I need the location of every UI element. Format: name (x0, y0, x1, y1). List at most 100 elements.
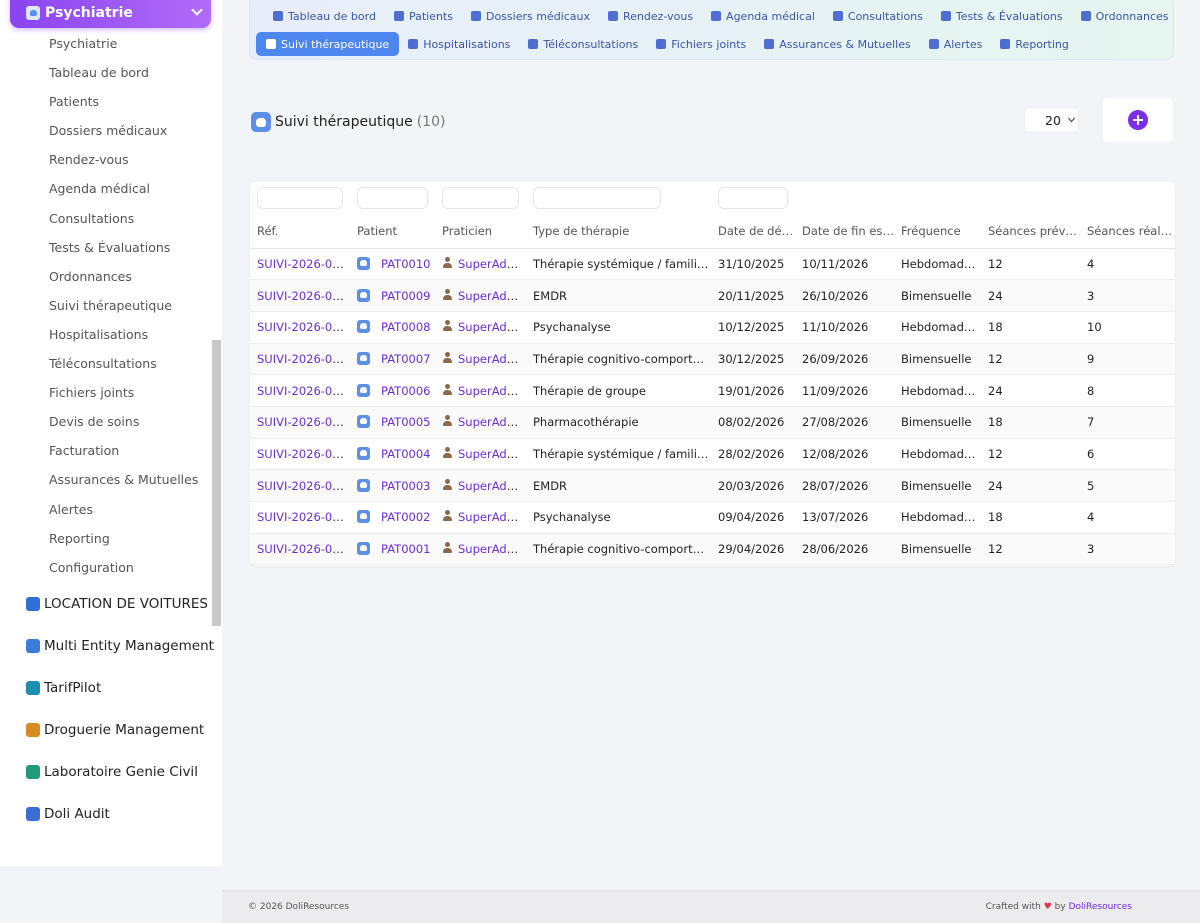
patient-link[interactable]: PAT0005 (381, 415, 430, 429)
tab-hospitalisations[interactable]: Hospitalisations (399, 32, 519, 56)
cell-value: Hebdomadaire (901, 446, 981, 461)
module-header-psychiatrie[interactable]: Psychiatrie (10, 0, 211, 28)
patient-link[interactable]: PAT0006 (381, 384, 430, 398)
patient-link[interactable]: PAT0004 (381, 447, 430, 461)
ref-link[interactable]: SUIVI-2026-0009 (257, 289, 350, 303)
tab-agenda-medical[interactable]: Agenda médical (702, 4, 824, 28)
patient-link[interactable]: PAT0008 (381, 320, 430, 334)
sidebar-module-droguerie-management[interactable]: Droguerie Management (26, 722, 204, 738)
page-limit-select[interactable]: 20 (1025, 108, 1078, 132)
column-header-ref[interactable]: Réf. (250, 214, 350, 249)
ref-link[interactable]: SUIVI-2026-0001 (257, 542, 350, 556)
filter-patient-input[interactable] (357, 187, 428, 209)
tab-tests-evaluations[interactable]: Tests & Évaluations (932, 4, 1072, 28)
practitioner-link[interactable]: SuperAdmin (458, 384, 526, 398)
cell-patient: PAT0010 (350, 248, 435, 281)
user-icon (442, 542, 453, 554)
practitioner-link[interactable]: SuperAdmin (458, 415, 526, 429)
practitioner-link[interactable]: SuperAdmin (458, 257, 526, 271)
sidebar-item-fichiers-joints[interactable]: Fichiers joints (49, 382, 198, 411)
sidebar-item-devis-de-soins[interactable]: Devis de soins (49, 411, 198, 440)
sidebar-module-location-de-voitures[interactable]: LOCATION DE VOITURES (26, 596, 208, 612)
tab-fichiers-joints[interactable]: Fichiers joints (647, 32, 755, 56)
practitioner-link[interactable]: SuperAdmin (458, 289, 526, 303)
practitioner-link[interactable]: SuperAdmin (458, 479, 526, 493)
patient-link[interactable]: PAT0001 (381, 542, 430, 556)
filter-ref-input[interactable] (257, 187, 343, 209)
practitioner-link[interactable]: SuperAdmin (458, 352, 526, 366)
tab-dossiers-medicaux[interactable]: Dossiers médicaux (462, 4, 599, 28)
column-header-praticien[interactable]: Praticien (435, 214, 526, 249)
column-header-patient[interactable]: Patient (350, 214, 435, 249)
practitioner-link[interactable]: SuperAdmin (458, 510, 526, 524)
ref-link[interactable]: SUIVI-2026-0005 (257, 415, 350, 429)
ref-link[interactable]: SUIVI-2026-0008 (257, 320, 350, 334)
practitioner-link[interactable]: SuperAdmin (458, 542, 526, 556)
ref-link[interactable]: SUIVI-2026-0002 (257, 510, 350, 524)
sidebar-scrollbar[interactable] (212, 340, 221, 626)
sidebar-item-teleconsultations[interactable]: Téléconsultations (49, 353, 198, 382)
ref-link[interactable]: SUIVI-2026-0010 (257, 257, 350, 271)
cell-ref: SUIVI-2026-0008 (250, 311, 350, 344)
tab-patients[interactable]: Patients (385, 4, 462, 28)
tab-tableau-de-bord[interactable]: Tableau de bord (264, 4, 385, 28)
cell-value: 09/04/2026 (718, 510, 785, 525)
sidebar-item-psychiatrie[interactable]: Psychiatrie (49, 33, 198, 62)
sidebar-item-tableau-de-bord[interactable]: Tableau de bord (49, 62, 198, 91)
sidebar-module-multi-entity-management[interactable]: Multi Entity Management (26, 638, 214, 654)
practitioner-link[interactable]: SuperAdmin (458, 447, 526, 461)
sidebar-item-patients[interactable]: Patients (49, 91, 198, 120)
chevron-down-icon[interactable] (191, 4, 203, 16)
sidebar-item-alertes[interactable]: Alertes (49, 499, 198, 528)
filter-praticien-input[interactable] (442, 187, 519, 209)
tab-rendez-vous[interactable]: Rendez-vous (599, 4, 702, 28)
column-header-frequence[interactable]: Fréquence (894, 214, 981, 249)
filter-start-date-input[interactable] (718, 187, 788, 209)
tab-ordonnances[interactable]: Ordonnances (1072, 4, 1178, 28)
sidebar-item-reporting[interactable]: Reporting (49, 528, 198, 557)
patient-link[interactable]: PAT0003 (381, 479, 430, 493)
sidebar-module-laboratoire-genie-civil[interactable]: Laboratoire Genie Civil (26, 764, 198, 780)
patient-link[interactable]: PAT0010 (381, 257, 430, 271)
sidebar-item-rendez-vous[interactable]: Rendez-vous (49, 149, 198, 178)
patient-icon (357, 478, 370, 492)
sidebar-item-facturation[interactable]: Facturation (49, 440, 198, 469)
sidebar-item-consultations[interactable]: Consultations (49, 208, 198, 237)
sidebar-item-agenda-medical[interactable]: Agenda médical (49, 178, 198, 207)
column-header-type-de-therapie[interactable]: Type de thérapie (526, 214, 711, 249)
patient-link[interactable]: PAT0007 (381, 352, 430, 366)
column-header-seances-realisees[interactable]: Séances réalisées (1080, 214, 1175, 249)
footer-brand-link[interactable]: DoliResources (1069, 902, 1132, 912)
sidebar-item-suivi-therapeutique[interactable]: Suivi thérapeutique (49, 295, 198, 324)
cell-ref: SUIVI-2026-0005 (250, 406, 350, 439)
patient-link[interactable]: PAT0002 (381, 510, 430, 524)
sidebar-module-doli-audit[interactable]: Doli Audit (26, 806, 110, 822)
sidebar-module-tarifpilot[interactable]: TarifPilot (26, 680, 101, 696)
tab-reporting[interactable]: Reporting (991, 32, 1077, 56)
ref-link[interactable]: SUIVI-2026-0007 (257, 352, 350, 366)
sidebar-item-configuration[interactable]: Configuration (49, 557, 198, 586)
sidebar-item-ordonnances[interactable]: Ordonnances (49, 266, 198, 295)
tab-label: Tests & Évaluations (955, 9, 1063, 23)
column-header-seances-prevues[interactable]: Séances prévues (981, 214, 1080, 249)
tab-consultations[interactable]: Consultations (824, 4, 932, 28)
tab-alertes[interactable]: Alertes (920, 32, 992, 56)
tab-assurances-mutuelles[interactable]: Assurances & Mutuelles (755, 32, 919, 56)
ref-link[interactable]: SUIVI-2026-0003 (257, 479, 350, 493)
cell-seances-prevues: 18 (981, 501, 1080, 534)
sidebar-item-tests-evaluations[interactable]: Tests & Évaluations (49, 237, 198, 266)
ref-link[interactable]: SUIVI-2026-0004 (257, 447, 350, 461)
user-icon (442, 351, 453, 364)
tab-teleconsultations[interactable]: Téléconsultations (519, 32, 647, 56)
sidebar-item-dossiers-medicaux[interactable]: Dossiers médicaux (49, 120, 198, 149)
sidebar-item-assurances-mutuelles[interactable]: Assurances & Mutuelles (49, 469, 198, 498)
column-header-date-de-fin-estimee[interactable]: Date de fin estimée (795, 214, 894, 249)
add-button[interactable] (1103, 98, 1173, 142)
practitioner-link[interactable]: SuperAdmin (458, 320, 526, 334)
tab-suivi-therapeutique[interactable]: Suivi thérapeutique (256, 32, 400, 56)
ref-link[interactable]: SUIVI-2026-0006 (257, 384, 350, 398)
patient-link[interactable]: PAT0009 (381, 289, 430, 303)
filter-therapy-input[interactable] (533, 187, 661, 209)
sidebar-item-hospitalisations[interactable]: Hospitalisations (49, 324, 198, 353)
column-header-date-de-debut[interactable]: Date de début (711, 214, 795, 249)
